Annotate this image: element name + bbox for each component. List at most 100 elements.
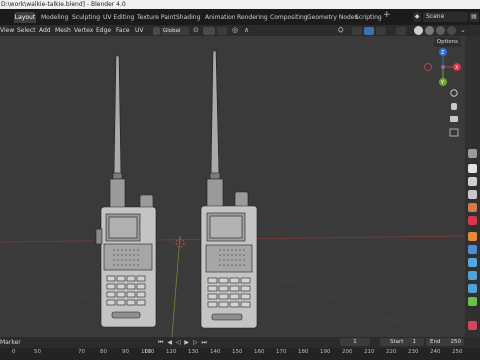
menu-add[interactable]: Add [39, 25, 51, 36]
tab-compositing[interactable]: Compositing [270, 12, 308, 23]
tab-modeling[interactable]: Modeling [41, 12, 68, 23]
render-icon[interactable] [468, 164, 477, 173]
end-frame-field[interactable]: End 250 [426, 338, 464, 346]
tab-geometry-nodes[interactable]: Geometry Nodes [307, 12, 358, 23]
transform-orientation-icon[interactable] [153, 27, 160, 35]
camera-icon[interactable] [450, 116, 458, 122]
tab-rendering[interactable]: Rendering [237, 12, 268, 23]
xray-toggle[interactable] [396, 27, 406, 35]
snap-toggle[interactable] [203, 27, 215, 35]
data-icon[interactable] [468, 297, 477, 306]
viewport-header: View Select Add Mesh Vertex Edge Face UV… [0, 25, 480, 36]
viewport-gizmos-button[interactable] [352, 27, 362, 35]
ruler-tick: 90 [122, 349, 129, 355]
transform-orientation-value: Global [163, 28, 181, 34]
playback-controls[interactable]: ⏮ ◀ ◁ ▶ ▷ ⏭ [158, 338, 208, 347]
ruler-tick: 130 [188, 349, 199, 355]
ruler-tick: 70 [78, 349, 85, 355]
overlays-button[interactable] [364, 27, 374, 35]
material-shading-icon[interactable] [436, 26, 445, 35]
scene-icon: ◆ [413, 12, 421, 22]
object-icon[interactable] [468, 232, 477, 241]
grid-icon[interactable] [449, 128, 459, 137]
menu-marker[interactable]: Marker [0, 337, 21, 348]
menu-face[interactable]: Face [116, 25, 130, 36]
snap-settings[interactable] [217, 27, 227, 35]
ruler-tick: 230 [408, 349, 419, 355]
proportional-edit-icon[interactable]: ◎ [232, 26, 238, 35]
constraints-icon[interactable] [468, 284, 477, 293]
solid-shading-icon[interactable] [425, 26, 434, 35]
start-frame-field[interactable]: Start 1 [380, 338, 424, 346]
play-icon[interactable]: ▶ [184, 339, 190, 346]
transform-orientation-dropdown[interactable]: Global [161, 27, 189, 35]
workspace-tab-bar: Layout Modeling Sculpting UV Editing Tex… [0, 9, 480, 25]
ruler-tick: 220 [386, 349, 397, 355]
gizmo-z-label: Z [441, 50, 445, 56]
ruler-tick: 160 [254, 349, 265, 355]
tab-layout[interactable]: Layout [14, 12, 36, 23]
3d-viewport[interactable]: Z X Y Options [0, 36, 465, 337]
material-icon[interactable] [468, 321, 477, 330]
viewport-canvas: Z X Y [0, 48, 465, 337]
window-title: D:\work\walkie-talkie.blend] - Blender 4… [1, 1, 126, 8]
rendered-shading-icon[interactable] [447, 26, 456, 35]
scene-name: Scene [426, 13, 445, 20]
prev-keyframe-icon[interactable]: ◀ [167, 339, 173, 346]
start-label: Start [390, 339, 404, 345]
next-keyframe-icon[interactable]: ▷ [193, 339, 199, 346]
gizmo-x-label: X [455, 65, 459, 71]
view-layer-icon[interactable] [468, 190, 477, 199]
timeline-ruler[interactable]: 0 50 70 80 90 100 110 120 130 140 150 16… [0, 348, 480, 360]
tab-texture-paint[interactable]: Texture Paint [137, 12, 176, 23]
menu-uv[interactable]: UV [135, 25, 144, 36]
shading-dropdown-icon[interactable]: ⌄ [460, 26, 466, 35]
wireframe-shading-icon[interactable] [414, 26, 423, 35]
tab-sculpting[interactable]: Sculpting [72, 12, 100, 23]
start-value: 1 [412, 339, 417, 345]
ruler-tick: 80 [100, 349, 107, 355]
tab-uv-editing[interactable]: UV Editing [103, 12, 134, 23]
menu-mesh[interactable]: Mesh [55, 25, 71, 36]
scene-icon[interactable] [468, 203, 477, 212]
ruler-tick: 120 [166, 349, 177, 355]
particles-icon[interactable] [468, 258, 477, 267]
tab-animation[interactable]: Animation [205, 12, 236, 23]
timeline-header: Marker ⏮ ◀ ◁ ▶ ▷ ⏭ 1 Start 1 End 250 [0, 337, 480, 348]
ruler-tick: 180 [298, 349, 309, 355]
tab-shading[interactable]: Shading [176, 12, 200, 23]
end-label: End [430, 339, 441, 345]
menu-edge[interactable]: Edge [96, 25, 111, 36]
walkie-talkie-left[interactable] [95, 55, 157, 328]
properties-tabs [465, 36, 480, 337]
gizmo-neg-x-axis [424, 63, 432, 71]
tool-icon[interactable] [468, 149, 477, 158]
menu-vertex[interactable]: Vertex [74, 25, 93, 36]
play-reverse-icon[interactable]: ◁ [176, 339, 182, 346]
hand-icon[interactable] [451, 103, 457, 110]
menu-select[interactable]: Select [17, 25, 36, 36]
physics-icon[interactable] [468, 271, 477, 280]
options-label: Options [436, 39, 458, 45]
window-title-bar: D:\work\walkie-talkie.blend] - Blender 4… [0, 0, 480, 9]
world-icon[interactable] [468, 216, 477, 225]
scene-selector[interactable]: Scene [423, 12, 468, 22]
navigation-gizmo[interactable]: Z X Y [424, 48, 462, 86]
jump-start-icon[interactable]: ⏮ [158, 339, 164, 346]
current-frame-field[interactable]: 1 [340, 338, 370, 346]
menu-view[interactable]: View [0, 25, 14, 36]
overlays-dropdown[interactable] [376, 27, 386, 35]
visibility-icon[interactable]: ⛭ [338, 26, 344, 35]
pivot-icon[interactable]: ⊙ [193, 26, 199, 35]
output-icon[interactable] [468, 177, 477, 186]
zoom-icon[interactable] [450, 89, 458, 97]
tab-scripting[interactable]: Scripting [355, 12, 382, 23]
options-button[interactable]: Options [433, 37, 461, 47]
new-scene-icon[interactable]: ▤ [469, 12, 479, 22]
add-workspace-button[interactable]: + [383, 10, 391, 21]
walkie-talkie-right[interactable] [200, 50, 258, 329]
jump-end-icon[interactable]: ⏭ [202, 339, 208, 346]
ruler-tick: 240 [430, 349, 441, 355]
modifier-icon[interactable] [468, 245, 477, 254]
proportional-falloff-icon[interactable]: ∧ [244, 26, 249, 35]
